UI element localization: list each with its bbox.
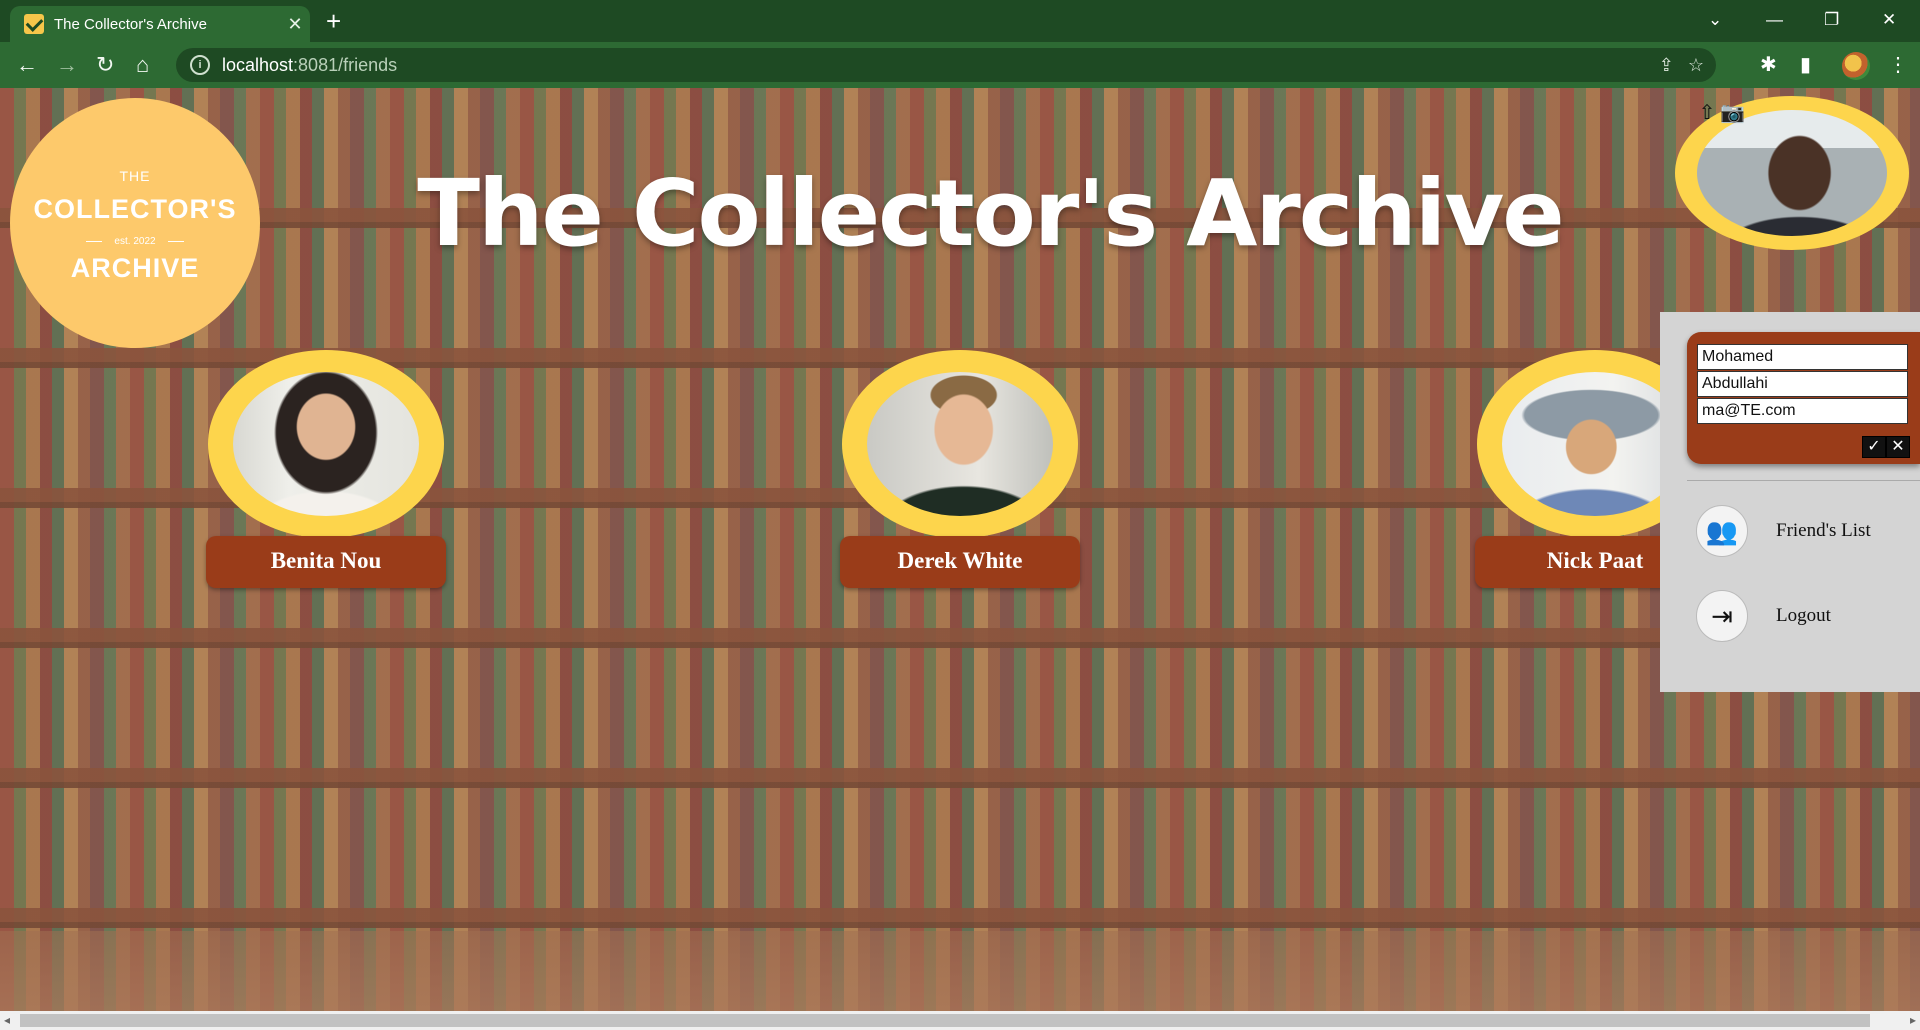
menu-item-label: Logout [1776, 605, 1831, 626]
friend-card: Benita Nou [206, 350, 446, 588]
restore-button[interactable]: ❐ [1824, 6, 1839, 34]
first-name-field[interactable] [1697, 344, 1908, 370]
browser-profile-avatar[interactable] [1842, 52, 1870, 80]
tab-title: The Collector's Archive [54, 15, 207, 33]
new-tab-button[interactable]: + [326, 6, 341, 36]
extensions-icon[interactable]: ✱ [1760, 51, 1777, 79]
logout-icon: ⇥ [1696, 590, 1748, 642]
menu-item-logout[interactable]: ⇥ Logout [1696, 590, 1916, 642]
address-bar[interactable]: i localhost:8081/friends ⇪ ☆ [176, 48, 1716, 82]
bookmark-star-icon[interactable]: ☆ [1688, 55, 1704, 76]
home-button[interactable]: ⌂ [136, 51, 149, 79]
share-icon[interactable]: ⇪ [1659, 55, 1674, 76]
friends-page: THE COLLECTOR'S est. 2022 ARCHIVE The Co… [0, 88, 1920, 1011]
menu-item-label: Friend's List [1776, 520, 1871, 541]
back-button[interactable]: ← [16, 51, 38, 79]
tab-search-icon[interactable]: ⌄ [1708, 6, 1722, 34]
upload-icon[interactable]: ⇧ [1696, 102, 1718, 124]
menu-item-friends-list[interactable]: 👥 Friend's List [1696, 505, 1916, 557]
last-name-field[interactable] [1697, 371, 1908, 397]
reload-button[interactable]: ↻ [96, 51, 114, 79]
favicon-icon [24, 14, 44, 34]
user-side-panel: ✓ ✕ 👥 Friend's List ⇥ Logout [1660, 312, 1920, 692]
scroll-left-icon[interactable]: ◂ [4, 1011, 10, 1030]
forward-button[interactable]: → [56, 51, 78, 79]
side-panel-icon[interactable]: ▮ [1800, 51, 1811, 79]
avatar-actions: ⇧ 📷 [1696, 102, 1745, 124]
cancel-edit-button[interactable]: ✕ [1886, 436, 1910, 458]
panel-divider [1687, 480, 1920, 481]
friend-name-button[interactable]: Benita Nou [206, 536, 446, 588]
close-window-button[interactable]: ✕ [1882, 6, 1896, 34]
page-title: The Collector's Archive [417, 160, 1564, 267]
site-info-icon[interactable]: i [190, 55, 210, 75]
camera-icon[interactable]: 📷 [1720, 102, 1745, 124]
friends-icon: 👥 [1696, 505, 1748, 557]
url-host: localhost [222, 54, 294, 75]
browser-toolbar: ← → ↻ ⌂ i localhost:8081/friends ⇪ ☆ ✱ ▮… [0, 42, 1920, 88]
email-field[interactable] [1697, 398, 1908, 424]
friend-photo [867, 372, 1053, 516]
friend-avatar-ring[interactable] [842, 350, 1078, 538]
url-path: :8081/friends [293, 54, 398, 75]
friend-photo [233, 372, 419, 516]
friend-card: Derek White [840, 350, 1080, 588]
friend-avatar-ring[interactable] [208, 350, 444, 538]
tab-close-icon[interactable]: ✕ [280, 14, 310, 35]
scrollbar-thumb[interactable] [20, 1014, 1870, 1027]
profile-edit-form: ✓ ✕ [1687, 332, 1920, 464]
horizontal-scrollbar[interactable]: ◂ ▸ [0, 1011, 1920, 1030]
confirm-edit-button[interactable]: ✓ [1862, 436, 1886, 458]
browser-tabbar: The Collector's Archive ✕ + ⌄ — ❐ ✕ [0, 0, 1920, 42]
profile-photo [1697, 110, 1887, 236]
scroll-right-icon[interactable]: ▸ [1910, 1011, 1916, 1030]
minimize-button[interactable]: — [1766, 6, 1783, 34]
browser-tab[interactable]: The Collector's Archive ✕ [10, 6, 310, 42]
friend-name-button[interactable]: Derek White [840, 536, 1080, 588]
browser-menu-icon[interactable]: ⋮ [1888, 51, 1908, 79]
